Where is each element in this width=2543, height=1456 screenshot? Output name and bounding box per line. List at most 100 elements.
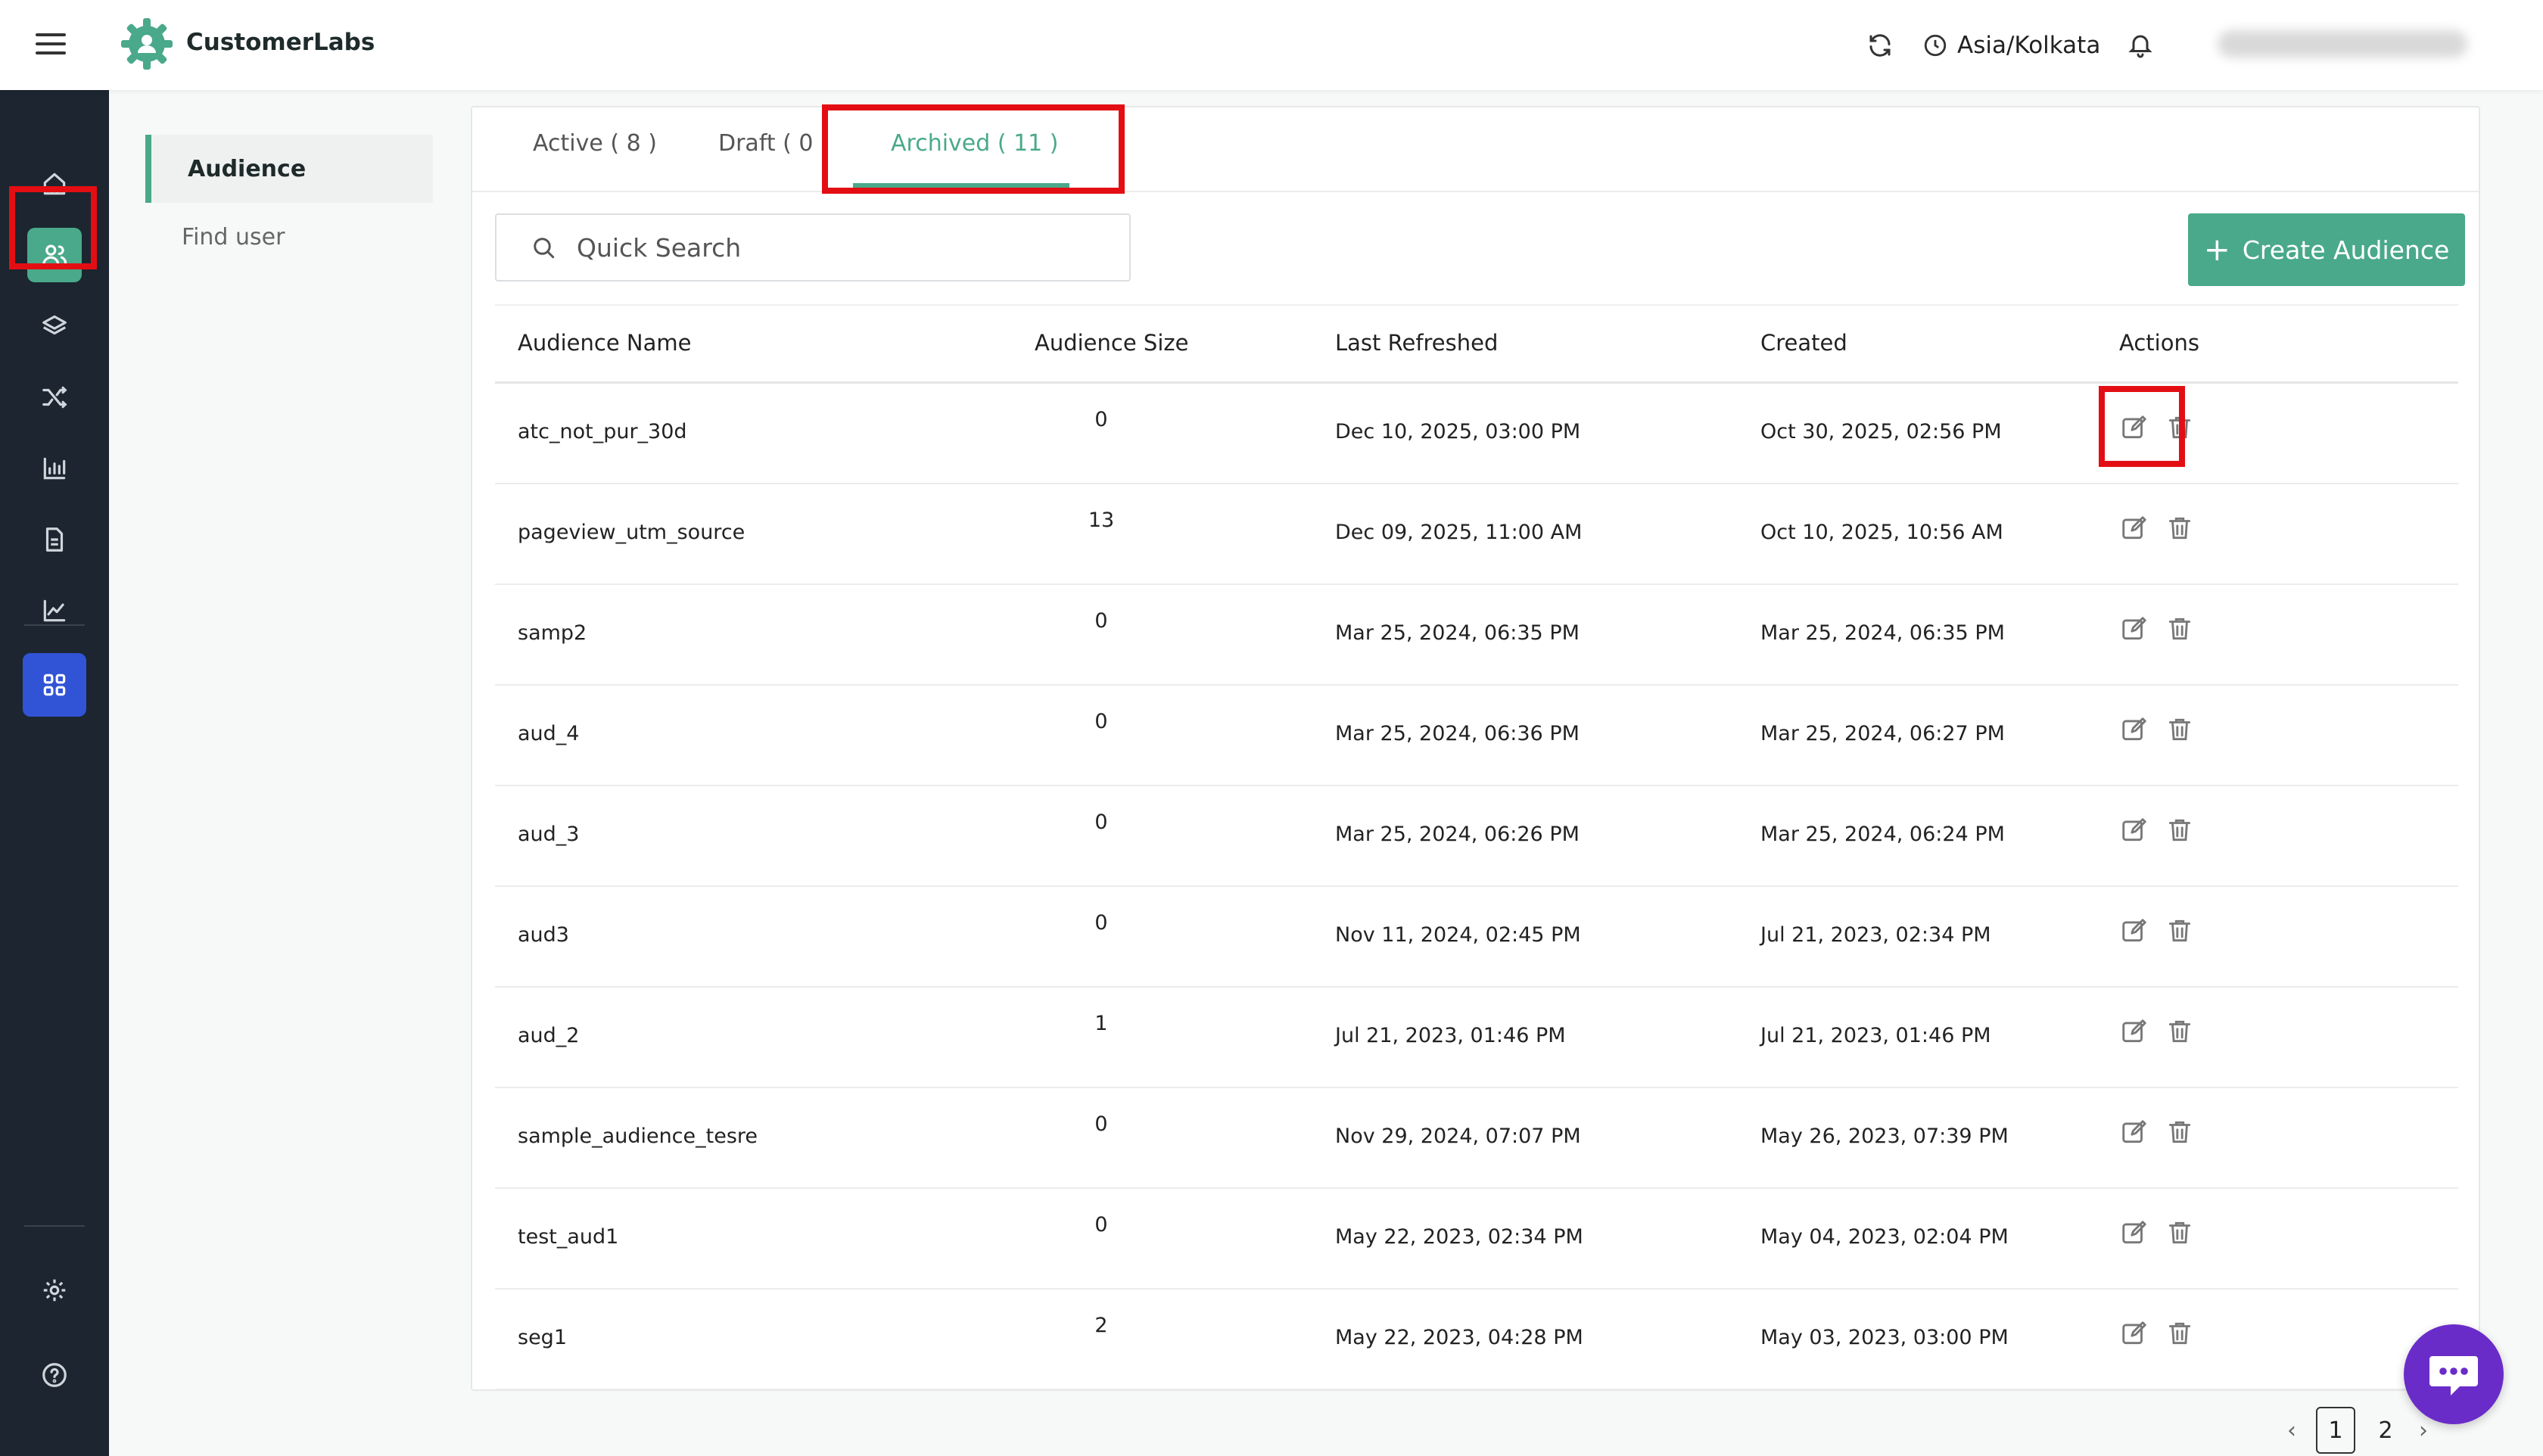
edit-icon[interactable] (2119, 815, 2149, 845)
table-row: aud_3 0 Mar 25, 2024, 06:26 PM Mar 25, 2024… (495, 786, 2458, 887)
audience-name-cell[interactable]: pageview_utm_source (518, 521, 745, 544)
audience-size-cell: 0 (1094, 710, 1108, 733)
header-actions: Actions (2119, 330, 2199, 356)
table-row: aud_4 0 Mar 25, 2024, 06:36 PM Mar 25, 2024… (495, 686, 2458, 786)
delete-trash-icon[interactable] (2165, 916, 2195, 946)
audience-name-cell[interactable]: samp2 (518, 621, 587, 645)
nav-line-chart-icon[interactable] (27, 583, 82, 638)
created-cell: Mar 25, 2024, 06:27 PM (1760, 722, 2005, 745)
page-1-button[interactable]: 1 (2316, 1407, 2355, 1454)
actions-cell (2119, 1218, 2195, 1248)
edit-icon[interactable] (2119, 916, 2149, 946)
delete-trash-icon[interactable] (2165, 815, 2195, 845)
nav-document-icon[interactable] (27, 512, 82, 567)
subnav-audience[interactable]: Audience (145, 135, 433, 203)
edit-icon[interactable] (2119, 412, 2149, 443)
rail-divider (24, 624, 85, 626)
edit-icon[interactable] (2119, 614, 2149, 644)
audience-size-cell: 0 (1094, 408, 1108, 431)
audience-size-cell: 0 (1094, 911, 1108, 935)
nav-help-icon[interactable] (27, 1348, 82, 1402)
edit-icon[interactable] (2119, 714, 2149, 745)
nav-audience-users-icon[interactable] (27, 228, 82, 282)
table-header: Audience Name Audience Size Last Refresh… (495, 304, 2458, 384)
active-tab-indicator (853, 183, 1069, 188)
tab-draft[interactable]: Draft ( 0 ) (718, 130, 830, 157)
table-row: pageview_utm_source 13 Dec 09, 2025, 11:00… (495, 484, 2458, 585)
nav-home-icon[interactable] (27, 157, 82, 211)
edit-icon[interactable] (2119, 1318, 2149, 1349)
tab-active[interactable]: Active ( 8 ) (533, 130, 657, 157)
audience-size-cell: 0 (1094, 1213, 1108, 1237)
audience-name-cell[interactable]: atc_not_pur_30d (518, 420, 687, 443)
edit-icon[interactable] (2119, 1117, 2149, 1147)
last-refreshed-cell: Mar 25, 2024, 06:35 PM (1335, 621, 1580, 645)
nav-bar-chart-icon[interactable] (27, 441, 82, 496)
delete-trash-icon[interactable] (2165, 1218, 2195, 1248)
audience-size-cell: 0 (1094, 1112, 1108, 1136)
table-row: samp2 0 Mar 25, 2024, 06:35 PM Mar 25, 2024… (495, 585, 2458, 686)
pagination: ‹ 1 2 › (2287, 1406, 2428, 1454)
edit-icon[interactable] (2119, 1218, 2149, 1248)
notification-bell-icon[interactable] (2127, 0, 2159, 90)
audience-name-cell[interactable]: aud_2 (518, 1024, 579, 1047)
delete-trash-icon[interactable] (2165, 614, 2195, 644)
audience-name-cell[interactable]: sample_audience_tesre (518, 1125, 758, 1148)
created-cell: Oct 30, 2025, 02:56 PM (1760, 420, 2002, 443)
created-cell: Jul 21, 2023, 02:34 PM (1760, 923, 1991, 947)
last-refreshed-cell: Nov 11, 2024, 02:45 PM (1335, 923, 1581, 947)
hamburger-menu-icon[interactable] (36, 33, 66, 56)
actions-cell (2119, 714, 2195, 745)
audience-name-cell[interactable]: aud_4 (518, 722, 579, 745)
delete-trash-icon[interactable] (2165, 513, 2195, 543)
audience-size-cell: 13 (1088, 509, 1115, 532)
created-cell: Oct 10, 2025, 10:56 AM (1760, 521, 2003, 544)
delete-trash-icon[interactable] (2165, 1016, 2195, 1047)
audience-name-cell[interactable]: aud3 (518, 923, 569, 947)
audience-size-cell: 0 (1094, 609, 1108, 633)
actions-cell (2119, 916, 2195, 946)
edit-icon[interactable] (2119, 1016, 2149, 1047)
search-icon (534, 238, 555, 259)
icon-sidebar (0, 90, 109, 1456)
nav-layers-icon[interactable] (27, 299, 82, 353)
user-account-menu[interactable] (2218, 30, 2467, 58)
quick-search-input[interactable] (575, 232, 1108, 263)
audience-name-cell[interactable]: aud_3 (518, 823, 579, 846)
table-row: seg1 2 May 22, 2023, 04:28 PM May 03, 2023,… (495, 1290, 2458, 1390)
create-audience-label: Create Audience (2242, 235, 2450, 265)
refresh-icon[interactable] (1866, 0, 1898, 90)
audience-size-cell: 2 (1094, 1314, 1108, 1337)
quick-search-box[interactable] (495, 213, 1131, 282)
subnav-find-user[interactable]: Find user (145, 203, 433, 271)
tab-archived[interactable]: Archived ( 11 ) (891, 130, 1058, 157)
page-2-button[interactable]: 2 (2366, 1407, 2405, 1454)
edit-icon[interactable] (2119, 513, 2149, 543)
rail-divider-bottom (24, 1225, 85, 1227)
created-cell: Jul 21, 2023, 01:46 PM (1760, 1024, 1991, 1047)
actions-cell (2119, 412, 2195, 443)
create-audience-button[interactable]: + Create Audience (2188, 213, 2465, 286)
nav-settings-gear-icon[interactable] (27, 1263, 82, 1318)
last-refreshed-cell: Jul 21, 2023, 01:46 PM (1335, 1024, 1566, 1047)
audience-name-cell[interactable]: seg1 (518, 1326, 567, 1349)
pagination-next[interactable]: › (2419, 1417, 2428, 1444)
last-refreshed-cell: May 22, 2023, 04:28 PM (1335, 1326, 1583, 1349)
table-row: test_aud1 0 May 22, 2023, 02:34 PM May 04, … (495, 1189, 2458, 1290)
header-last-refreshed: Last Refreshed (1335, 330, 1499, 356)
top-bar: CustomerLabs Asia/Kolkata (0, 0, 2543, 90)
audience-tabs: Active ( 8 ) Draft ( 0 ) Archived ( 11 ) (472, 107, 2479, 192)
created-cell: Mar 25, 2024, 06:35 PM (1760, 621, 2005, 645)
delete-trash-icon[interactable] (2165, 412, 2195, 443)
timezone-selector[interactable]: Asia/Kolkata (1922, 0, 2100, 90)
delete-trash-icon[interactable] (2165, 1117, 2195, 1147)
audience-name-cell[interactable]: test_aud1 (518, 1225, 618, 1249)
chat-widget-button[interactable] (2404, 1324, 2504, 1424)
actions-cell (2119, 1117, 2195, 1147)
table-row: sample_audience_tesre 0 Nov 29, 2024, 07:0… (495, 1088, 2458, 1189)
pagination-prev[interactable]: ‹ (2287, 1417, 2296, 1444)
nav-apps-grid-icon[interactable] (23, 653, 86, 717)
delete-trash-icon[interactable] (2165, 1318, 2195, 1349)
delete-trash-icon[interactable] (2165, 714, 2195, 745)
nav-shuffle-icon[interactable] (27, 370, 82, 425)
